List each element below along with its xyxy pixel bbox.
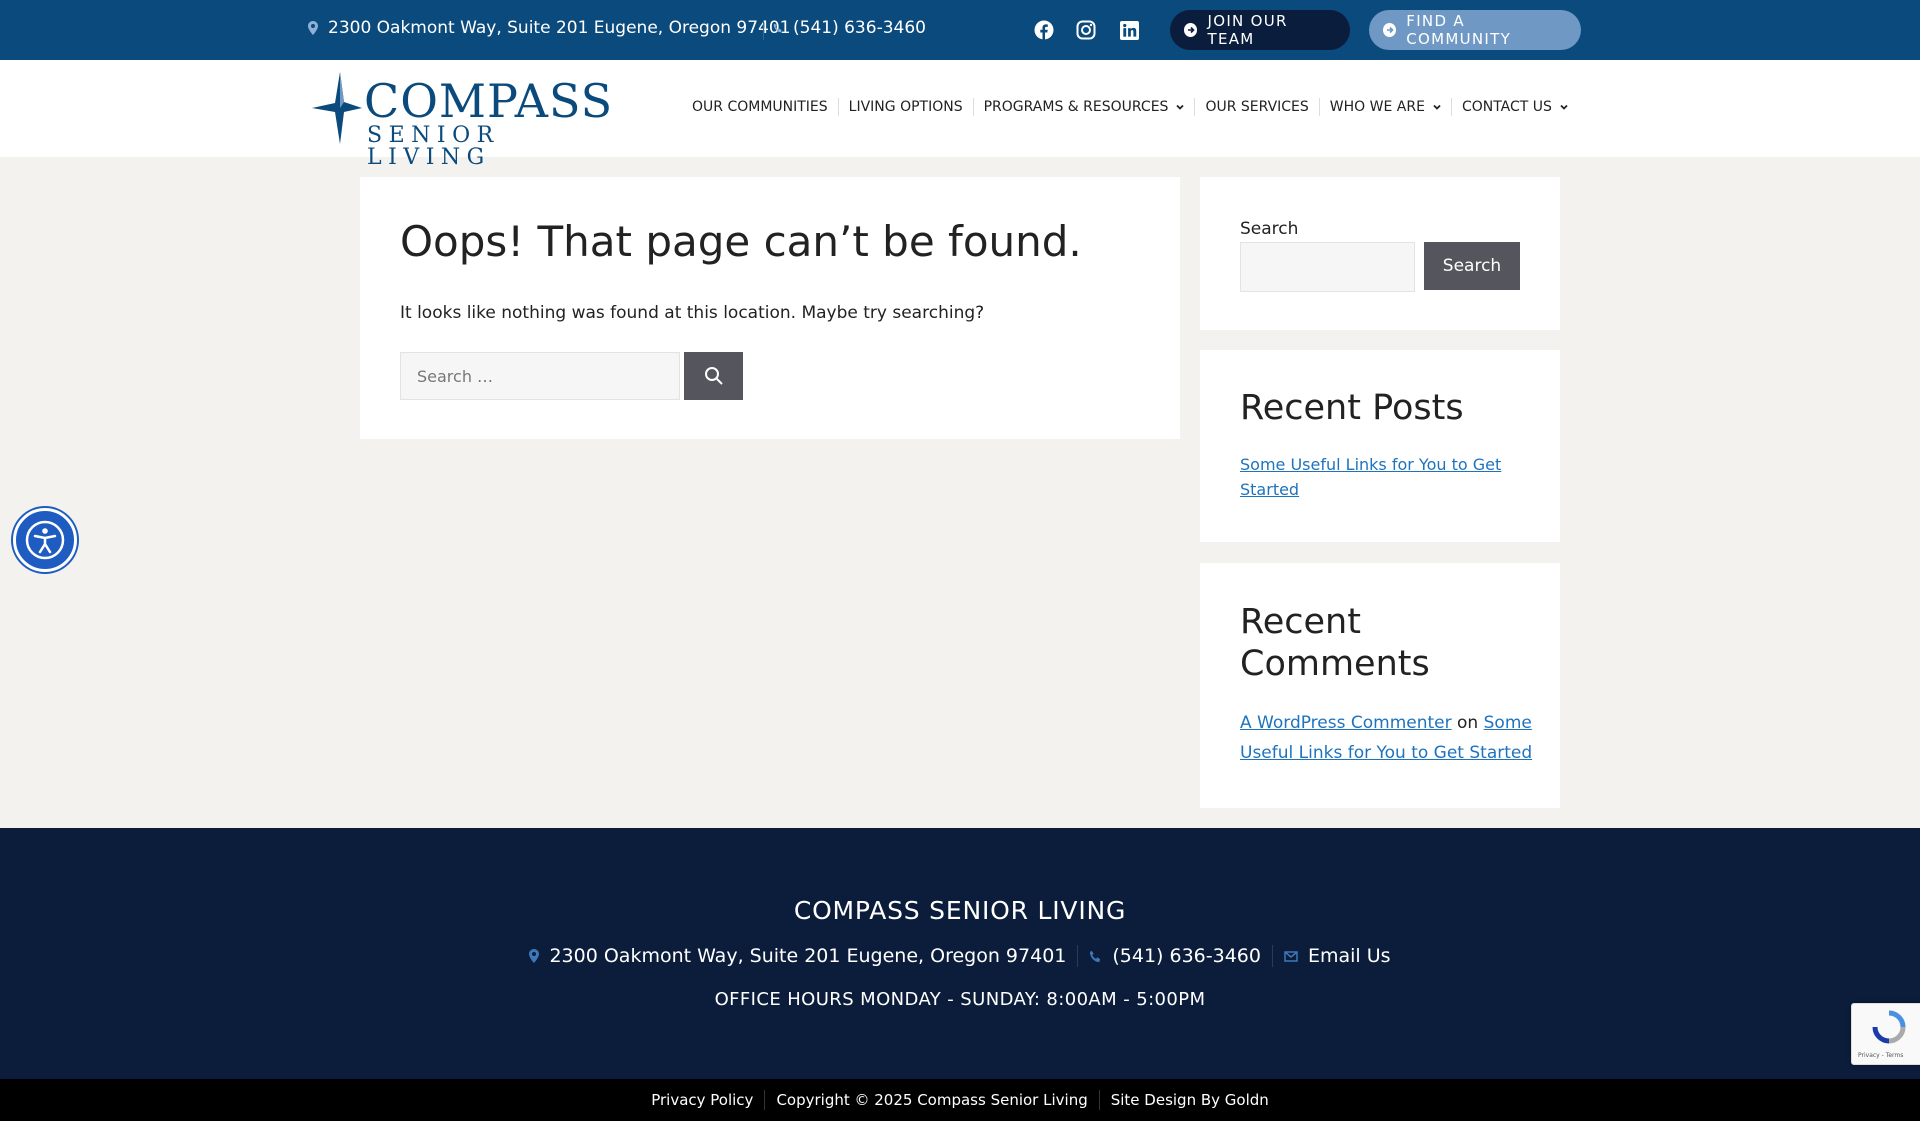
sidebar-search-input[interactable] [1240, 242, 1415, 292]
topbar-address-text: 2300 Oakmont Way, Suite 201 Eugene, Oreg… [328, 18, 791, 38]
footer-email[interactable]: Email Us [1273, 945, 1402, 967]
site-footer: COMPASS SENIOR LIVING 2300 Oakmont Way, … [0, 828, 1920, 1079]
chevron-down-icon [1560, 104, 1568, 110]
main-nav: OUR COMMUNITIES LIVING OPTIONS PROGRAMS … [692, 98, 1578, 116]
nav-item-living-options[interactable]: LIVING OPTIONS [837, 98, 973, 116]
accessibility-icon [25, 520, 65, 560]
footer-address-text: 2300 Oakmont Way, Suite 201 Eugene, Oreg… [549, 945, 1067, 967]
arrow-right-circle-icon [1383, 23, 1397, 37]
recent-comments-title: Recent Comments [1240, 602, 1430, 684]
footer-address[interactable]: 2300 Oakmont Way, Suite 201 Eugene, Oreg… [518, 945, 1077, 967]
logo-subtitle: SENIOR LIVING [367, 123, 500, 170]
copyright-text: Copyright © 2025 Compass Senior Living [776, 1091, 1088, 1109]
search-button[interactable] [684, 352, 743, 400]
recent-post-link[interactable]: Some Useful Links for You to Get Started [1240, 452, 1530, 502]
divider [763, 20, 764, 40]
arrow-right-circle-icon [1184, 23, 1198, 37]
accessibility-button[interactable] [13, 508, 77, 572]
chevron-down-icon [1176, 104, 1185, 110]
nav-item-our-communities[interactable]: OUR COMMUNITIES [692, 98, 838, 116]
find-a-community-label: FIND A COMMUNITY [1406, 12, 1512, 48]
not-found-card: Oops! That page can’t be found. It looks… [360, 177, 1180, 439]
sidebar-search-widget: Search Search [1200, 177, 1560, 330]
map-pin-icon [308, 21, 318, 35]
sidebar-search-label: Search [1240, 219, 1299, 239]
office-hours: OFFICE HOURS MONDAY - SUNDAY: 8:00AM - 5… [714, 989, 1206, 1010]
phone-icon [773, 23, 782, 33]
bottom-bar: Privacy Policy Copyright © 2025 Compass … [0, 1079, 1920, 1121]
recent-posts-title: Recent Posts [1240, 388, 1464, 428]
nav-item-contact-us[interactable]: CONTACT US [1450, 98, 1578, 116]
comment-on-text: on [1457, 713, 1479, 733]
search-input[interactable]: Search … [400, 352, 680, 400]
footer-title: COMPASS SENIOR LIVING [793, 896, 1127, 925]
footer-phone[interactable]: (541) 636-3460 [1078, 945, 1272, 967]
privacy-policy-link[interactable]: Privacy Policy [640, 1091, 764, 1109]
recaptcha-icon [1872, 1010, 1906, 1044]
footer-email-text: Email Us [1307, 945, 1391, 967]
topbar-address[interactable]: 2300 Oakmont Way, Suite 201 Eugene, Oreg… [308, 18, 791, 38]
phone-icon [1090, 950, 1101, 962]
recaptcha-terms[interactable]: Privacy - Terms [1858, 1052, 1903, 1059]
site-header: COMPASS SENIOR LIVING OUR COMMUNITIES LI… [0, 60, 1920, 169]
footer-contact-row: 2300 Oakmont Way, Suite 201 Eugene, Oreg… [0, 945, 1920, 967]
nav-item-programs-resources[interactable]: PROGRAMS & RESOURCES [972, 98, 1195, 116]
sidebar-search-button[interactable]: Search [1424, 242, 1520, 290]
nav-item-our-services[interactable]: OUR SERVICES [1194, 98, 1318, 116]
comment-author-link[interactable]: A WordPress Commenter [1240, 713, 1452, 733]
nav-label: WHO WE ARE [1329, 99, 1425, 115]
linkedin-icon[interactable] [1117, 18, 1141, 42]
nav-label: PROGRAMS & RESOURCES [983, 99, 1169, 115]
site-design-link[interactable]: Site Design By Goldn [1100, 1091, 1280, 1109]
recent-comment: A WordPress Commenter on Some Useful Lin… [1240, 708, 1535, 768]
join-our-team-label: JOIN OUR TEAM [1207, 12, 1288, 48]
not-found-message: It looks like nothing was found at this … [400, 303, 985, 323]
topbar-phone[interactable]: (541) 636-3460 [773, 18, 926, 38]
join-our-team-button[interactable]: JOIN OUR TEAM [1170, 10, 1350, 50]
envelope-icon [1284, 951, 1298, 962]
top-bar: 2300 Oakmont Way, Suite 201 Eugene, Oreg… [0, 0, 1920, 60]
page-title: Oops! That page can’t be found. [400, 217, 1082, 266]
compass-star-icon [312, 72, 362, 144]
chevron-down-icon [1433, 104, 1441, 110]
nav-label: OUR SERVICES [1205, 99, 1309, 115]
map-pin-icon [529, 949, 540, 963]
compass-senior-living-logo[interactable]: COMPASS SENIOR LIVING [312, 70, 614, 169]
nav-label: CONTACT US [1461, 99, 1552, 115]
recent-posts-widget: Recent Posts Some Useful Links for You t… [1200, 350, 1560, 542]
recent-comments-widget: Recent Comments A WordPress Commenter on… [1200, 563, 1560, 808]
logo-wordmark: COMPASS [364, 74, 614, 128]
search-icon [704, 367, 723, 385]
find-a-community-button[interactable]: FIND A COMMUNITY [1369, 10, 1581, 50]
topbar-phone-text: (541) 636-3460 [793, 18, 926, 38]
search-placeholder: Search … [417, 366, 494, 386]
nav-label: LIVING OPTIONS [848, 99, 963, 115]
recaptcha-badge[interactable]: Privacy - Terms [1851, 1003, 1920, 1065]
facebook-icon[interactable] [1032, 18, 1056, 42]
footer-phone-text: (541) 636-3460 [1112, 945, 1261, 967]
instagram-icon[interactable] [1074, 18, 1098, 42]
nav-item-who-we-are[interactable]: WHO WE ARE [1318, 98, 1451, 116]
nav-label: OUR COMMUNITIES [692, 99, 828, 115]
